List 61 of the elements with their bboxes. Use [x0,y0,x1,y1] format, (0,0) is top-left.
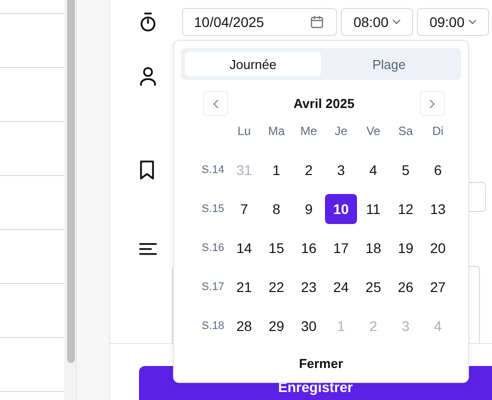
calendar-day[interactable]: 9 [292,194,325,224]
scrollbar-thumb[interactable] [67,0,75,363]
calendar-day[interactable]: 20 [422,232,454,262]
calendar-day[interactable]: 1 [260,154,292,184]
end-time-select[interactable]: 09:00 [417,8,489,36]
calendar-day[interactable]: 19 [390,232,422,262]
chevron-down-icon [468,19,477,25]
text-align-icon [139,242,157,256]
calendar-day[interactable]: 4 [357,154,390,184]
week-number: S.17 [202,280,224,292]
calendar-day[interactable]: 3 [325,154,358,184]
mode-tab[interactable]: Journée [185,52,321,76]
start-time-select[interactable]: 08:00 [341,8,413,36]
calendar-day[interactable]: 16 [292,232,325,262]
calendar-day[interactable]: 14 [228,232,260,262]
next-month-button[interactable] [420,91,445,116]
calendar-day[interactable]: 7 [228,194,260,224]
calendar-day[interactable]: 2 [292,154,325,184]
calendar-day[interactable]: 28 [228,310,260,340]
week-number: S.14 [202,164,224,176]
chevron-right-icon [429,98,436,108]
calendar-day[interactable]: 12 [390,194,422,224]
calendar-day[interactable]: 29 [260,310,292,340]
week-number: S.18 [202,320,224,332]
weekday-label: Sa [398,124,413,138]
previous-month-button[interactable] [203,91,228,116]
calendar-day[interactable]: 21 [228,272,260,302]
calendar-day[interactable]: 27 [422,272,454,302]
calendar-day[interactable]: 24 [325,272,358,302]
calendar-day[interactable]: 17 [325,232,358,262]
month-title: Avril 2025 [294,96,354,111]
person-icon [139,66,157,86]
calendar-day[interactable]: 8 [260,194,292,224]
calendar-day[interactable]: 30 [292,310,325,340]
calendar-day[interactable]: 11 [357,194,390,224]
date-field[interactable]: 10/04/2025 [182,8,337,36]
calendar-icon [310,15,324,29]
calendar-day[interactable]: 23 [292,272,325,302]
bookmark-icon [139,160,155,180]
calendar-day[interactable]: 13 [422,194,454,224]
weekday-label: Me [300,124,318,138]
calendar-day[interactable]: 6 [422,154,454,184]
weekday-label: Ma [268,124,285,138]
calendar-day[interactable]: 25 [357,272,390,302]
scrollbar[interactable] [64,0,77,400]
week-number: S.16 [202,242,224,254]
chevron-down-icon [392,19,401,25]
calendar-day[interactable]: 15 [260,232,292,262]
weekday-label: Lu [237,124,251,138]
calendar-day[interactable]: 26 [390,272,422,302]
weekday-label: Ve [366,124,380,138]
stopwatch-icon [139,12,157,32]
calendar-day[interactable]: 22 [260,272,292,302]
calendar-day[interactable]: 5 [390,154,422,184]
chevron-left-icon [212,98,218,108]
weekday-label: Je [334,124,348,138]
week-number: S.15 [202,202,224,214]
calendar-day[interactable]: 10 [325,194,358,224]
weekday-label: Di [432,124,444,138]
calendar-day[interactable]: 18 [357,232,390,262]
mode-tab[interactable]: Plage [321,52,457,76]
